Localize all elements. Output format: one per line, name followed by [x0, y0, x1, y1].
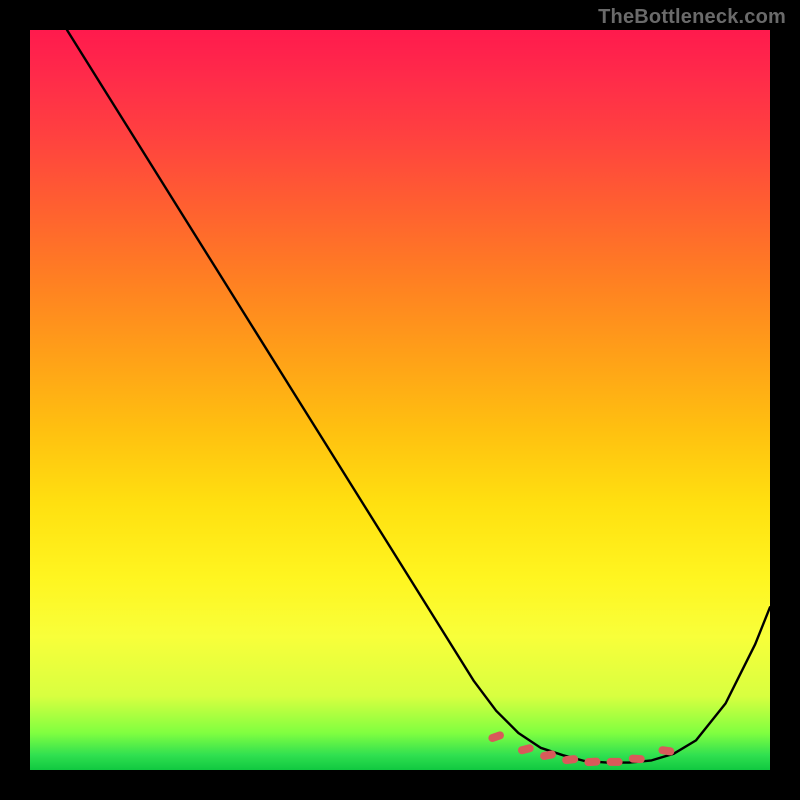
valley-marker: [607, 758, 623, 766]
bottleneck-chart: [30, 30, 770, 770]
bottleneck-curve: [67, 30, 770, 763]
watermark-text: TheBottleneck.com: [598, 6, 786, 29]
plot-area: [30, 30, 770, 770]
valley-marker: [584, 757, 600, 766]
valley-marker: [539, 750, 556, 761]
valley-marker: [658, 746, 675, 756]
valley-marker: [517, 743, 534, 755]
valley-marker: [629, 754, 645, 763]
chart-frame: TheBottleneck.com: [0, 0, 800, 800]
valley-marker: [487, 730, 505, 743]
